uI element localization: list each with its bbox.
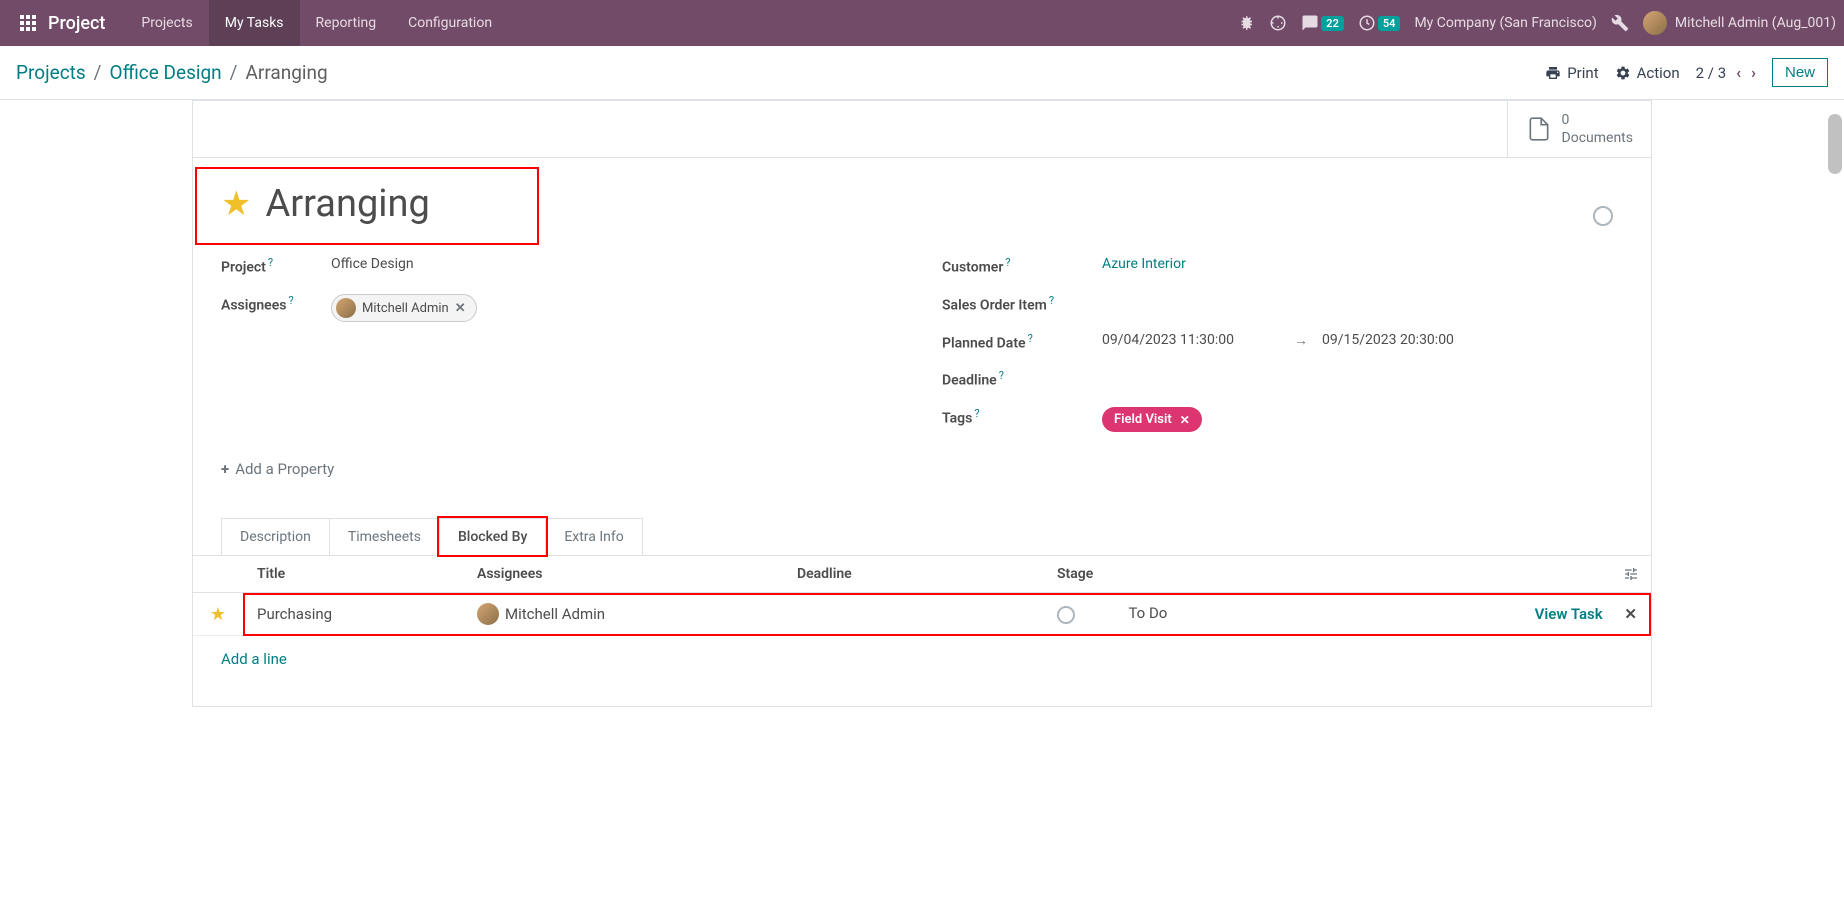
- nav-configuration[interactable]: Configuration: [392, 0, 508, 46]
- apps-icon[interactable]: [20, 15, 36, 31]
- planned-date-label: Planned Date: [942, 335, 1026, 351]
- tab-extra-info[interactable]: Extra Info: [545, 518, 642, 555]
- customer-value[interactable]: Azure Interior: [1102, 256, 1186, 272]
- stage-circle-icon[interactable]: [1057, 606, 1075, 624]
- activities-icon[interactable]: 54: [1358, 14, 1401, 32]
- row-title[interactable]: Purchasing: [243, 595, 463, 633]
- activities-badge: 54: [1378, 16, 1401, 31]
- pager: 2 / 3 ‹ ›: [1696, 63, 1756, 82]
- assignees-label: Assignees: [221, 298, 286, 314]
- delete-row-icon[interactable]: ✕: [1624, 605, 1637, 623]
- sales-order-label: Sales Order Item: [942, 298, 1047, 314]
- new-button[interactable]: New: [1772, 58, 1828, 87]
- help-icon[interactable]: ?: [1049, 294, 1054, 307]
- breadcrumb-projects[interactable]: Projects: [16, 61, 86, 84]
- tabs: Description Timesheets Blocked By Extra …: [221, 518, 1623, 555]
- view-task-button[interactable]: View Task: [1535, 605, 1603, 623]
- top-navbar: Project Projects My Tasks Reporting Conf…: [0, 0, 1844, 46]
- customer-label: Customer: [942, 260, 1003, 276]
- breadcrumb-office-design[interactable]: Office Design: [110, 61, 222, 84]
- pager-text[interactable]: 2 / 3: [1696, 64, 1727, 82]
- th-title[interactable]: Title: [243, 556, 463, 593]
- table-settings-icon[interactable]: [1623, 566, 1639, 582]
- help-icon[interactable]: ?: [1005, 256, 1010, 269]
- tools-icon[interactable]: [1611, 14, 1629, 32]
- documents-label: Documents: [1562, 129, 1633, 147]
- table-row[interactable]: ★ Purchasing Mitchell Admin: [193, 593, 1651, 636]
- planned-start[interactable]: 09/04/2023 11:30:00: [1102, 332, 1234, 348]
- th-assignees[interactable]: Assignees: [463, 556, 783, 593]
- project-value[interactable]: Office Design: [331, 256, 902, 272]
- help-icon[interactable]: ?: [288, 294, 293, 307]
- project-label: Project: [221, 260, 266, 276]
- user-avatar-icon: [1643, 11, 1667, 35]
- control-panel: Projects / Office Design / Arranging Pri…: [0, 46, 1844, 100]
- nav-reporting[interactable]: Reporting: [300, 0, 393, 46]
- th-deadline[interactable]: Deadline: [783, 556, 1043, 593]
- tab-description[interactable]: Description: [221, 518, 330, 555]
- messages-icon[interactable]: 22: [1301, 14, 1344, 32]
- help-icon[interactable]: ?: [1028, 332, 1033, 345]
- document-icon: [1526, 114, 1552, 144]
- pager-next-icon[interactable]: ›: [1751, 63, 1756, 82]
- row-assignee[interactable]: Mitchell Admin: [463, 593, 783, 635]
- row-star-icon[interactable]: ★: [210, 604, 226, 625]
- form-sheet: 0 Documents ★ Arranging Project? Office …: [192, 100, 1652, 707]
- tab-timesheets[interactable]: Timesheets: [329, 518, 440, 555]
- avatar-icon: [336, 298, 356, 318]
- avatar-icon: [477, 603, 499, 625]
- nav-projects[interactable]: Projects: [125, 0, 208, 46]
- support-icon[interactable]: [1269, 14, 1287, 32]
- kanban-state-button[interactable]: [1593, 206, 1613, 226]
- plus-icon: +: [221, 460, 229, 478]
- help-icon[interactable]: ?: [999, 369, 1004, 382]
- documents-stat-button[interactable]: 0 Documents: [1507, 101, 1651, 157]
- company-selector[interactable]: My Company (San Francisco): [1414, 15, 1596, 31]
- deadline-label: Deadline: [942, 373, 997, 389]
- help-icon[interactable]: ?: [974, 407, 979, 420]
- tag-pill[interactable]: Field Visit ✕: [1102, 407, 1202, 432]
- add-line-button[interactable]: Add a line: [193, 636, 1651, 682]
- remove-assignee-icon[interactable]: ✕: [455, 301, 466, 316]
- tab-blocked-by[interactable]: Blocked By: [439, 518, 546, 555]
- print-button[interactable]: Print: [1545, 64, 1598, 82]
- remove-tag-icon[interactable]: ✕: [1180, 413, 1190, 427]
- planned-end[interactable]: 09/15/2023 20:30:00: [1322, 332, 1454, 348]
- task-title[interactable]: Arranging: [265, 182, 429, 226]
- app-brand[interactable]: Project: [48, 13, 105, 34]
- th-stage[interactable]: Stage: [1043, 556, 1466, 593]
- bug-icon[interactable]: [1237, 14, 1255, 32]
- tags-value[interactable]: Field Visit ✕: [1102, 407, 1623, 432]
- assignees-value[interactable]: Mitchell Admin ✕: [331, 294, 902, 322]
- breadcrumb: Projects / Office Design / Arranging: [16, 61, 328, 84]
- assignee-chip[interactable]: Mitchell Admin ✕: [331, 294, 477, 322]
- user-name: Mitchell Admin (Aug_001): [1675, 15, 1836, 31]
- action-button[interactable]: Action: [1615, 64, 1680, 82]
- row-stage[interactable]: To Do: [1043, 594, 1521, 633]
- favorite-star-icon[interactable]: ★: [221, 184, 251, 224]
- help-icon[interactable]: ?: [268, 256, 273, 269]
- tags-label: Tags: [942, 411, 972, 427]
- arrow-right-icon: →: [1294, 332, 1308, 349]
- breadcrumb-current: Arranging: [246, 61, 328, 84]
- row-deadline[interactable]: [783, 604, 1043, 624]
- documents-count: 0: [1562, 111, 1633, 129]
- pager-prev-icon[interactable]: ‹: [1736, 63, 1741, 82]
- nav-my-tasks[interactable]: My Tasks: [209, 0, 300, 46]
- add-property-button[interactable]: + Add a Property: [221, 460, 1623, 478]
- messages-badge: 22: [1321, 16, 1344, 31]
- scrollbar-thumb[interactable]: [1828, 114, 1842, 174]
- user-menu[interactable]: Mitchell Admin (Aug_001): [1643, 11, 1836, 35]
